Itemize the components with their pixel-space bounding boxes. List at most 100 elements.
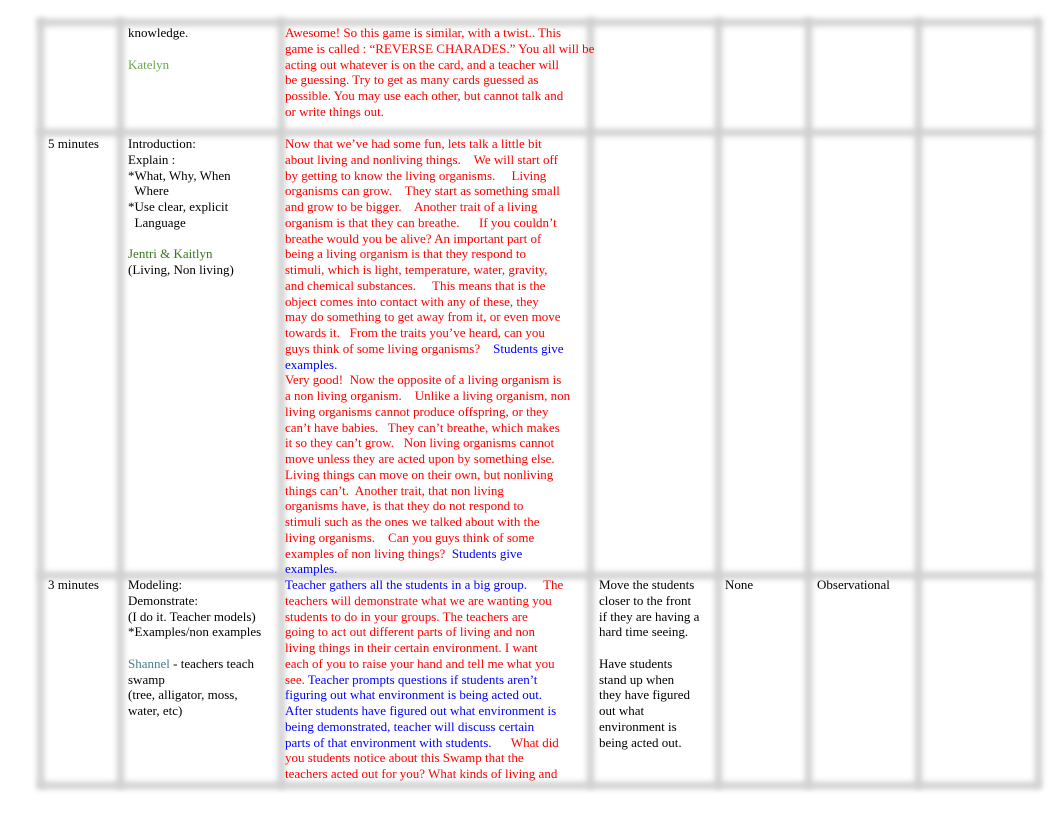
text-segment: *Use clear, explicit	[128, 199, 229, 214]
text-line: parts of that environment with students.…	[285, 735, 563, 751]
table-border-horizontal	[38, 129, 1040, 136]
text-line: stimuli, which is light, temperature, wa…	[285, 262, 570, 278]
text-segment: 5 minutes	[48, 136, 99, 151]
text-line: being acted out.	[599, 735, 699, 751]
text-line: Move the students	[599, 577, 699, 593]
text-line: Very good! Now the opposite of a living …	[285, 372, 570, 388]
text-segment: or write things out.	[285, 103, 384, 119]
text-segment: Move the students	[599, 577, 695, 592]
text-line: 3 minutes	[48, 577, 99, 593]
text-segment: examples.	[285, 356, 338, 372]
text-segment: a non living organism. Unlike a living o…	[285, 388, 571, 403]
text-line: teachers will demonstrate what we are wa…	[285, 593, 563, 609]
text-line: going to act out different parts of livi…	[285, 624, 563, 640]
text-line: knowledge.	[128, 25, 188, 41]
text-line: Explain :	[128, 152, 234, 168]
text-line: being demonstrated, teacher will discuss…	[285, 719, 563, 735]
text-segment: stimuli, which is light, temperature, wa…	[285, 262, 548, 277]
text-line: teachers acted out for you? What kinds o…	[285, 766, 563, 782]
text-line: it so they can’t grow. Non living organi…	[285, 435, 570, 451]
text-segment: teachers acted out for you? What kinds o…	[285, 766, 558, 781]
text-segment: organisms can grow. They start as someth…	[285, 183, 560, 199]
text-segment: swamp	[128, 671, 165, 687]
text-segment: and grow to be bigger. Another trait of …	[285, 199, 538, 214]
text-line: students to do in your groups. The teach…	[285, 609, 563, 625]
text-line: swamp	[128, 672, 261, 688]
text-segment: if they are having a	[599, 608, 700, 624]
text-segment: by getting to know the living organisms.…	[285, 167, 547, 183]
text-line: environment is	[599, 719, 699, 735]
text-segment: living organisms. Can you guys think of …	[285, 529, 535, 545]
text-segment: Jentri & Kaitlyn	[128, 246, 213, 262]
text-line: Jentri & Kaitlyn	[128, 246, 234, 262]
text-segment: may do something to get away from it, or…	[285, 309, 561, 325]
text-line: figuring out what environment is being a…	[285, 687, 563, 703]
text-line: a non living organism. Unlike a living o…	[285, 388, 570, 404]
text-line: (I do it. Teacher models)	[128, 609, 261, 625]
cell-assessment: Observational	[817, 577, 890, 593]
text-line: Shannel - teachers teach	[128, 656, 261, 672]
text-segment: Very good! Now the opposite of a living …	[285, 372, 562, 388]
text-line: Where	[128, 183, 234, 199]
text-segment: towards it. From the traits you’ve heard…	[285, 325, 545, 340]
text-segment: being demonstrated, teacher will discuss…	[285, 718, 535, 734]
text-segment: Observational	[817, 577, 890, 592]
text-segment: Living things can move on their own, but…	[285, 466, 554, 482]
text-segment: teachers will demonstrate what we are wa…	[285, 592, 552, 608]
text-line: Living things can move on their own, but…	[285, 467, 570, 483]
text-segment: organism is that they can breathe. If yo…	[285, 214, 557, 230]
text-segment: possible. You may use each other, but ca…	[285, 88, 564, 103]
text-line: living organisms. Can you guys think of …	[285, 530, 570, 546]
text-segment: examples of non living things?	[285, 545, 452, 561]
text-line: see. Teacher prompts questions if studen…	[285, 672, 563, 688]
cell-lesson-section: Modeling: Demonstrate: (I do it. Teacher m…	[128, 577, 261, 719]
text-line: guys think of some living organisms? Stu…	[285, 341, 570, 357]
text-line: about living and nonliving things. We wi…	[285, 152, 570, 168]
text-segment: Now that we’ve had some fun, lets talk a…	[285, 136, 542, 151]
text-segment: (Living, Non living)	[128, 262, 234, 277]
text-line: Teacher gathers all the students in a bi…	[285, 577, 563, 593]
text-line: examples.	[285, 357, 570, 373]
text-line: stimuli such as the ones we talked about…	[285, 514, 570, 530]
cell-time: 3 minutes	[48, 577, 99, 593]
text-segment: Introduction:	[128, 136, 196, 151]
text-segment: living organisms cannot produce offsprin…	[285, 403, 549, 419]
text-line: possible. You may use each other, but ca…	[285, 88, 594, 104]
text-line: by getting to know the living organisms.…	[285, 168, 570, 184]
text-line: object comes into contact with any of th…	[285, 294, 570, 310]
text-line: hard time seeing.	[599, 624, 699, 640]
text-line	[128, 231, 234, 247]
text-line: and chemical substances. This means that…	[285, 278, 570, 294]
text-line: examples.	[285, 561, 570, 577]
cell-materials: None	[725, 577, 753, 593]
text-line	[128, 640, 261, 656]
text-line: game is called : “REVERSE CHARADES.” You…	[285, 41, 594, 57]
text-line: Introduction:	[128, 136, 234, 152]
text-line: organisms can grow. They start as someth…	[285, 183, 570, 199]
text-segment: Awesome! So this game is similar, with a…	[285, 25, 562, 40]
text-segment: figuring out what environment is being a…	[285, 687, 543, 703]
text-line: (tree, alligator, moss,	[128, 687, 261, 703]
cell-time: 5 minutes	[48, 136, 99, 152]
cell-accommodations: Move the students closer to the front if t…	[599, 577, 699, 750]
text-segment: After students have figured out what env…	[285, 703, 557, 718]
text-line: Awesome! So this game is similar, with a…	[285, 25, 594, 41]
text-line: towards it. From the traits you’ve heard…	[285, 325, 570, 341]
text-segment: be guessing. Try to get as many cards gu…	[285, 72, 539, 88]
text-line: Observational	[817, 577, 890, 593]
text-segment: What did	[510, 734, 559, 750]
text-segment: stand up when	[599, 671, 675, 687]
text-segment: *What, Why, When	[128, 167, 231, 183]
text-segment: Teacher prompts questions if students ar…	[307, 671, 538, 687]
text-segment: Teacher gathers all the students in a bi…	[285, 577, 544, 592]
text-line: Now that we’ve had some fun, lets talk a…	[285, 136, 570, 152]
text-segment: about living and nonliving things. We wi…	[285, 151, 558, 167]
cell-script: Now that we’ve had some fun, lets talk a…	[285, 136, 570, 577]
text-line: things can’t. Another trait, that non li…	[285, 483, 570, 499]
text-segment: organisms have, is that they do not resp…	[285, 498, 524, 514]
text-line: be guessing. Try to get as many cards gu…	[285, 72, 594, 88]
text-segment: 3 minutes	[48, 577, 99, 592]
text-line: closer to the front	[599, 593, 699, 609]
text-line: examples of non living things? Students …	[285, 546, 570, 562]
text-line: move unless they are acted upon by somet…	[285, 451, 570, 467]
